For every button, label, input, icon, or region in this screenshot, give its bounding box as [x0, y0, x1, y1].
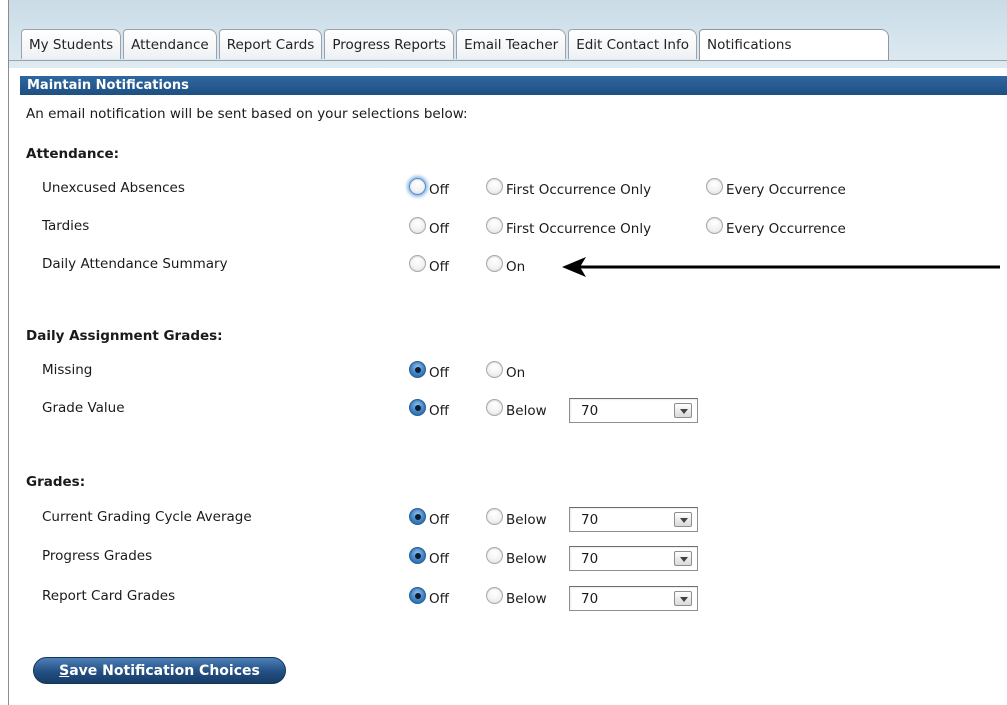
select-value: 70: [581, 591, 599, 607]
radio-icon[interactable]: [409, 399, 426, 416]
select-value: 70: [581, 512, 599, 528]
summary-on-option[interactable]: On: [486, 255, 526, 275]
row-label-unexcused-absences: Unexcused Absences: [42, 180, 185, 196]
option-label: Below: [506, 511, 547, 528]
row-label-daily-attendance-summary: Daily Attendance Summary: [42, 256, 228, 272]
option-label: First Occurrence Only: [506, 181, 652, 198]
chevron-down-icon[interactable]: [674, 591, 692, 606]
progress-grades-threshold-select[interactable]: 70: [569, 546, 698, 571]
radio-icon[interactable]: [486, 508, 503, 525]
save-notification-choices-button[interactable]: Save Notification Choices: [33, 657, 286, 684]
row-label-progress-grades: Progress Grades: [42, 548, 153, 564]
option-label: Every Occurrence: [726, 220, 846, 237]
select-value: 70: [581, 403, 599, 419]
progress-grades-below-option[interactable]: Below: [486, 547, 547, 567]
option-label: Below: [506, 550, 547, 567]
chevron-down-icon[interactable]: [674, 403, 692, 418]
radio-icon[interactable]: [486, 178, 503, 195]
access-key-letter: S: [59, 663, 70, 679]
missing-on-option[interactable]: On: [486, 361, 526, 381]
radio-icon[interactable]: [409, 217, 426, 234]
row-label-tardies: Tardies: [42, 218, 90, 234]
grade-value-off-option[interactable]: Off: [409, 399, 449, 419]
radio-icon[interactable]: [706, 178, 723, 195]
option-label: Off: [429, 511, 449, 528]
option-label: Off: [429, 364, 449, 381]
option-label: On: [506, 364, 526, 381]
radio-icon[interactable]: [486, 361, 503, 378]
tab-notifications[interactable]: Notifications: [699, 29, 889, 60]
radio-icon[interactable]: [486, 399, 503, 416]
report-card-grades-threshold-select[interactable]: 70: [569, 586, 698, 611]
intro-text: An email notification will be sent based…: [26, 106, 468, 122]
chevron-down-icon[interactable]: [674, 551, 692, 566]
radio-icon[interactable]: [409, 178, 426, 195]
annotation-arrow-icon: [562, 257, 1000, 277]
option-label: Off: [429, 402, 449, 419]
cycle-average-threshold-select[interactable]: 70: [569, 507, 698, 532]
select-value: 70: [581, 551, 599, 567]
radio-icon[interactable]: [706, 217, 723, 234]
row-label-report-card-grades: Report Card Grades: [42, 588, 176, 604]
radio-icon[interactable]: [486, 255, 503, 272]
tardies-every-occurrence-option[interactable]: Every Occurrence: [706, 217, 846, 237]
option-label: Off: [429, 220, 449, 237]
missing-off-option[interactable]: Off: [409, 361, 449, 381]
option-label: Off: [429, 590, 449, 607]
grade-value-threshold-select[interactable]: 70: [569, 398, 698, 423]
option-label: On: [506, 258, 526, 275]
tardies-off-option[interactable]: Off: [409, 217, 449, 237]
option-label: Off: [429, 258, 449, 275]
radio-icon[interactable]: [486, 587, 503, 604]
radio-icon[interactable]: [486, 217, 503, 234]
section-heading-attendance: Attendance:: [26, 146, 120, 162]
section-heading-daily-assignment-grades: Daily Assignment Grades:: [26, 328, 223, 344]
cycle-average-off-option[interactable]: Off: [409, 508, 449, 528]
option-label: First Occurrence Only: [506, 220, 652, 237]
row-label-grade-value: Grade Value: [42, 400, 125, 416]
tardies-first-occurrence-option[interactable]: First Occurrence Only: [486, 217, 652, 237]
row-label-missing: Missing: [42, 362, 93, 378]
radio-icon[interactable]: [486, 547, 503, 564]
option-label: Below: [506, 590, 547, 607]
unexcused-first-occurrence-option[interactable]: First Occurrence Only: [486, 178, 652, 198]
option-label: Off: [429, 181, 449, 198]
grade-value-below-option[interactable]: Below: [486, 399, 547, 419]
report-card-grades-below-option[interactable]: Below: [486, 587, 547, 607]
report-card-grades-off-option[interactable]: Off: [409, 587, 449, 607]
summary-off-option[interactable]: Off: [409, 255, 449, 275]
cycle-average-below-option[interactable]: Below: [486, 508, 547, 528]
radio-icon[interactable]: [409, 255, 426, 272]
button-label: ave Notification Choices: [69, 663, 260, 679]
option-label: Off: [429, 550, 449, 567]
progress-grades-off-option[interactable]: Off: [409, 547, 449, 567]
chevron-down-icon[interactable]: [674, 512, 692, 527]
radio-icon[interactable]: [409, 587, 426, 604]
radio-icon[interactable]: [409, 547, 426, 564]
unexcused-off-option[interactable]: Off: [409, 178, 449, 198]
option-label: Below: [506, 402, 547, 419]
radio-icon[interactable]: [409, 361, 426, 378]
section-heading-grades: Grades:: [26, 474, 86, 490]
unexcused-every-occurrence-option[interactable]: Every Occurrence: [706, 178, 846, 198]
row-label-current-grading-cycle-average: Current Grading Cycle Average: [42, 509, 252, 525]
radio-icon[interactable]: [409, 508, 426, 525]
option-label: Every Occurrence: [726, 181, 846, 198]
panel-header: Maintain Notifications: [20, 76, 1007, 95]
